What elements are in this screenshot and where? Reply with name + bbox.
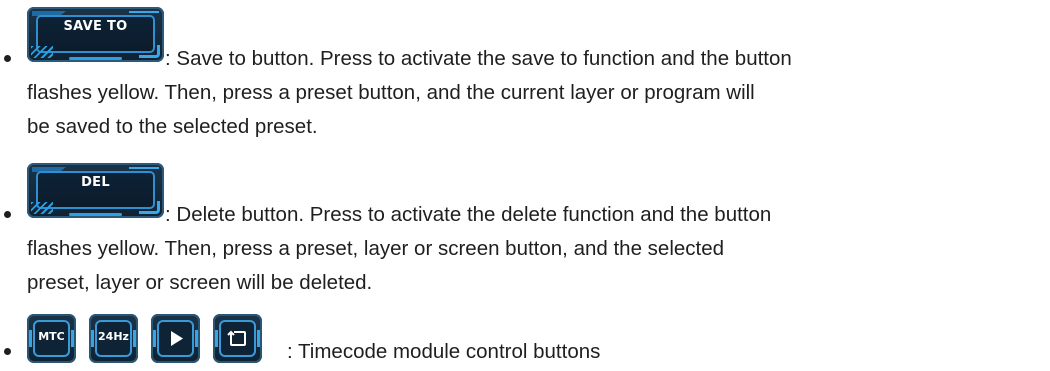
description-line: be saved to the selected preset. <box>27 115 318 138</box>
bullet <box>4 211 11 218</box>
button-decoration <box>69 57 122 60</box>
button-decoration <box>31 46 53 58</box>
button-decoration <box>31 202 53 214</box>
button-decoration <box>257 330 260 347</box>
description-line: : Delete button. Press to activate the d… <box>165 203 772 226</box>
timecode-button-group: MTC 24Hz <box>27 314 287 363</box>
mtc-button[interactable]: MTC <box>27 314 76 363</box>
delete-button-label: DEL <box>81 175 110 190</box>
button-decoration <box>153 330 156 347</box>
button-decoration <box>215 330 218 347</box>
24hz-button-label: 24Hz <box>98 330 129 343</box>
button-decoration <box>139 45 160 58</box>
bullet <box>4 55 11 62</box>
save-to-button[interactable]: SAVE TO <box>27 7 164 62</box>
save-to-button-label: SAVE TO <box>63 19 128 34</box>
button-decoration <box>139 201 160 214</box>
description-line: : Save to button. Press to activate the … <box>165 47 792 70</box>
button-decoration <box>195 330 198 347</box>
play-button[interactable] <box>151 314 200 363</box>
mtc-button-label: MTC <box>38 330 65 343</box>
description-line: flashes yellow. Then, press a preset but… <box>27 81 755 104</box>
bullet <box>4 348 11 355</box>
play-icon <box>171 331 183 346</box>
return-icon <box>227 330 246 346</box>
delete-button[interactable]: DEL <box>27 163 164 218</box>
24hz-button[interactable]: 24Hz <box>89 314 138 363</box>
button-decoration <box>69 213 122 216</box>
return-button[interactable] <box>213 314 262 363</box>
description-line: preset, layer or screen will be deleted. <box>27 271 373 294</box>
description-line: flashes yellow. Then, press a preset, la… <box>27 237 725 260</box>
description-line: : Timecode module control buttons <box>287 340 601 363</box>
